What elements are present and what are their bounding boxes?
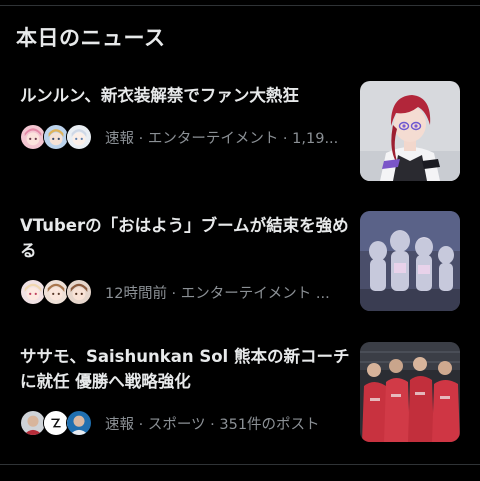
news-meta: 速報 · エンターテイメント · 1,19... [105, 130, 339, 147]
news-thumbnail[interactable] [360, 211, 460, 311]
avatar [66, 124, 92, 150]
news-meta-row: 速報 · エンターテイメント · 1,19... [20, 122, 338, 152]
section-title: 本日のニュース [16, 26, 166, 50]
news-item[interactable]: ルンルン、新衣装解禁でファン大熱狂 速報 · エンターテイメント · 1,19.… [0, 78, 480, 198]
news-item[interactable]: VTuberの「おはよう」ブームが結束を強める 12時間前 · エンターテイメン… [0, 208, 480, 328]
news-meta-row: 12時間前 · エンターテイメント ... [20, 277, 330, 307]
news-meta: 速報 · スポーツ · 351件のポスト [105, 416, 320, 433]
top-divider [0, 5, 480, 6]
avatar-group [20, 279, 98, 305]
avatar-group [20, 124, 98, 150]
news-headline[interactable]: VTuberの「おはよう」ブームが結束を強める [20, 213, 352, 263]
news-meta-row: 速報 · スポーツ · 351件のポスト [20, 408, 320, 438]
news-meta: 12時間前 · エンターテイメント ... [105, 285, 330, 302]
bottom-divider [0, 464, 480, 465]
news-thumbnail[interactable] [360, 342, 460, 442]
news-item[interactable]: ササモ、Saishunkan Sol 熊本の新コーチに就任 優勝へ戦略強化 速報… [0, 339, 480, 459]
news-thumbnail[interactable] [360, 81, 460, 181]
news-headline[interactable]: ルンルン、新衣装解禁でファン大熱狂 [20, 83, 352, 108]
avatar-group [20, 410, 98, 436]
avatar [66, 279, 92, 305]
avatar [66, 410, 92, 436]
news-headline[interactable]: ササモ、Saishunkan Sol 熊本の新コーチに就任 優勝へ戦略強化 [20, 344, 352, 394]
